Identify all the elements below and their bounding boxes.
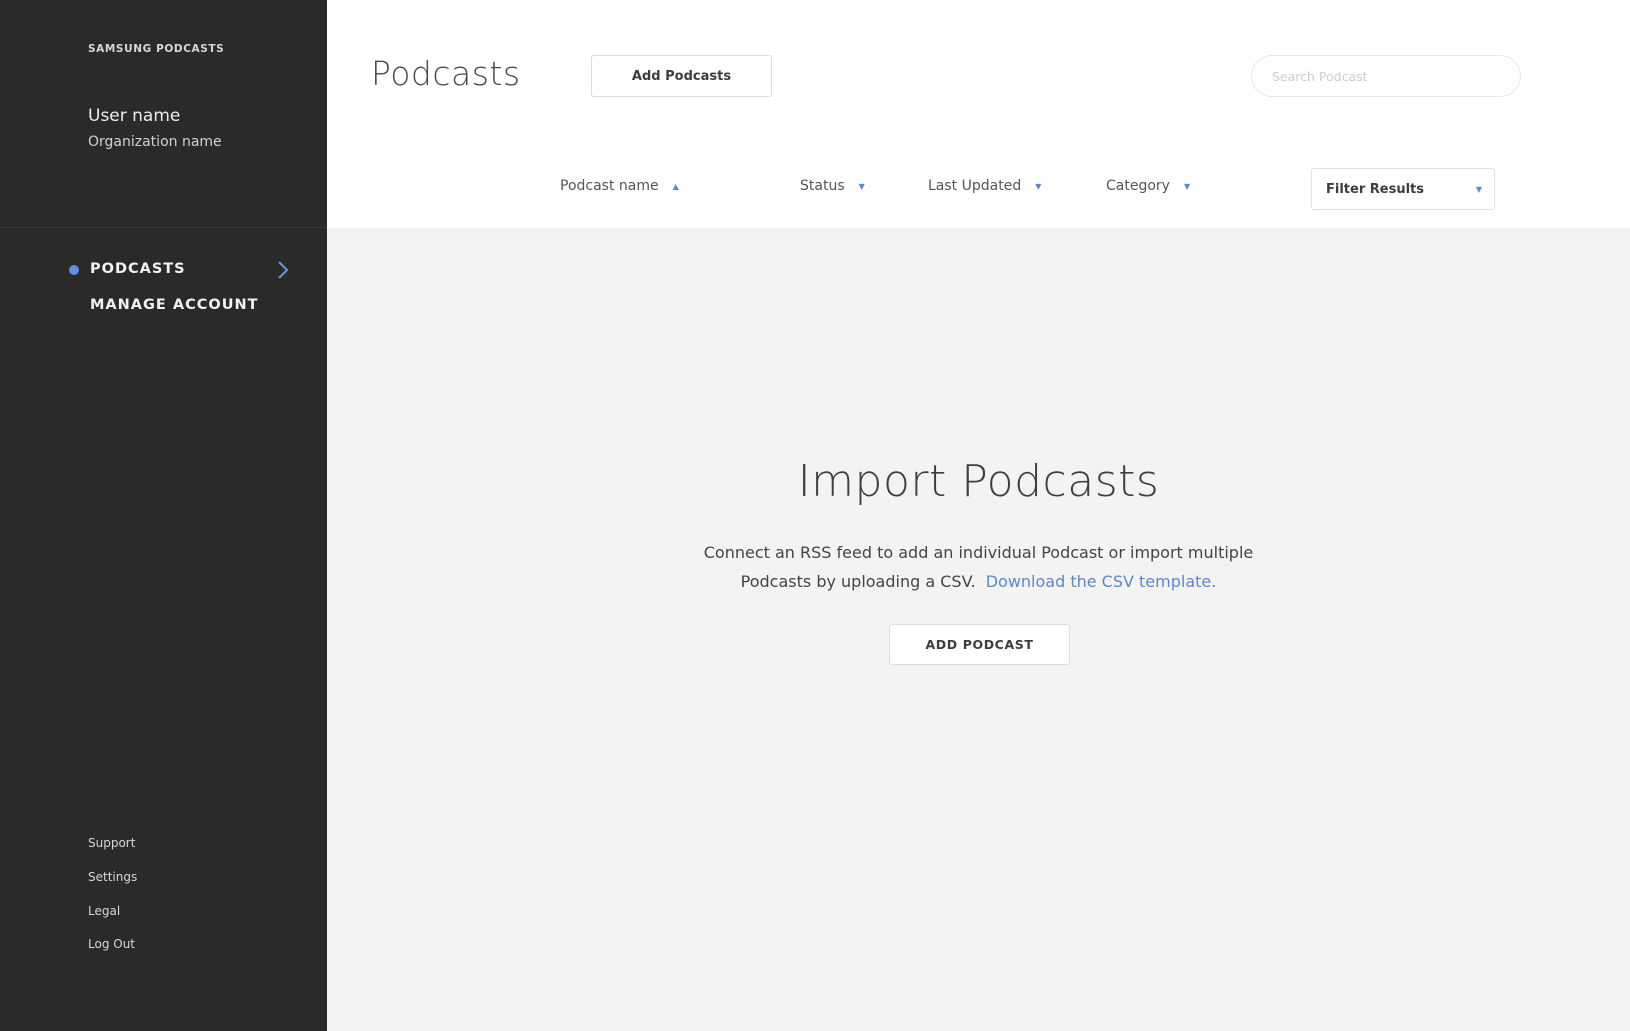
sidebar-item-podcasts[interactable]: PODCASTS — [90, 261, 186, 277]
sidebar: SAMSUNG PODCASTS User name Organization … — [0, 0, 327, 1031]
description-line-2: Podcasts by uploading a CSV. Download th… — [327, 567, 1630, 596]
description-line-1: Connect an RSS feed to add an individual… — [703, 543, 1254, 562]
column-label: Category — [1106, 178, 1170, 194]
organization-name: Organization name — [88, 134, 222, 150]
dropdown-caret-icon: ▼ — [1475, 184, 1482, 194]
sort-ascending-icon: ▲ — [672, 181, 679, 191]
brand-label: SAMSUNG PODCASTS — [88, 43, 225, 55]
sort-descending-icon: ▼ — [1183, 181, 1191, 191]
sidebar-divider — [0, 227, 327, 228]
search-input[interactable] — [1251, 55, 1521, 97]
add-podcasts-button[interactable]: Add Podcasts — [591, 55, 772, 97]
column-header-podcast-name[interactable]: Podcast name ▲ — [560, 178, 679, 194]
column-header-last-updated[interactable]: Last Updated ▼ — [928, 178, 1041, 194]
sort-descending-icon: ▼ — [858, 181, 865, 191]
user-name: User name — [88, 106, 181, 126]
active-indicator-dot — [69, 265, 79, 275]
sidebar-item-manage-account[interactable]: MANAGE ACCOUNT — [90, 297, 259, 313]
column-header-status[interactable]: Status ▼ — [800, 178, 865, 194]
support-link[interactable]: Support — [88, 836, 135, 850]
legal-link[interactable]: Legal — [88, 904, 120, 918]
empty-state-title: Import Podcasts — [797, 456, 1160, 507]
column-header-category[interactable]: Category ▼ — [1106, 178, 1190, 194]
download-csv-template-link[interactable]: Download the CSV template. — [986, 572, 1217, 591]
sort-descending-icon: ▼ — [1035, 181, 1042, 191]
log-out-link[interactable]: Log Out — [88, 937, 135, 951]
chevron-right-icon[interactable] — [274, 258, 292, 282]
settings-link[interactable]: Settings — [88, 870, 137, 884]
column-label: Podcast name — [560, 178, 659, 194]
empty-state-description: Connect an RSS feed to add an individual… — [327, 538, 1630, 596]
column-label: Last Updated — [928, 178, 1022, 194]
description-text: Podcasts by uploading a CSV. — [740, 572, 976, 591]
filter-results-dropdown[interactable]: Filter Results ▼ — [1311, 168, 1495, 210]
page-title: Podcasts — [371, 54, 521, 93]
add-podcast-button[interactable]: ADD PODCAST — [889, 624, 1070, 665]
column-label: Status — [800, 178, 845, 194]
filter-label: Filter Results — [1326, 181, 1424, 197]
